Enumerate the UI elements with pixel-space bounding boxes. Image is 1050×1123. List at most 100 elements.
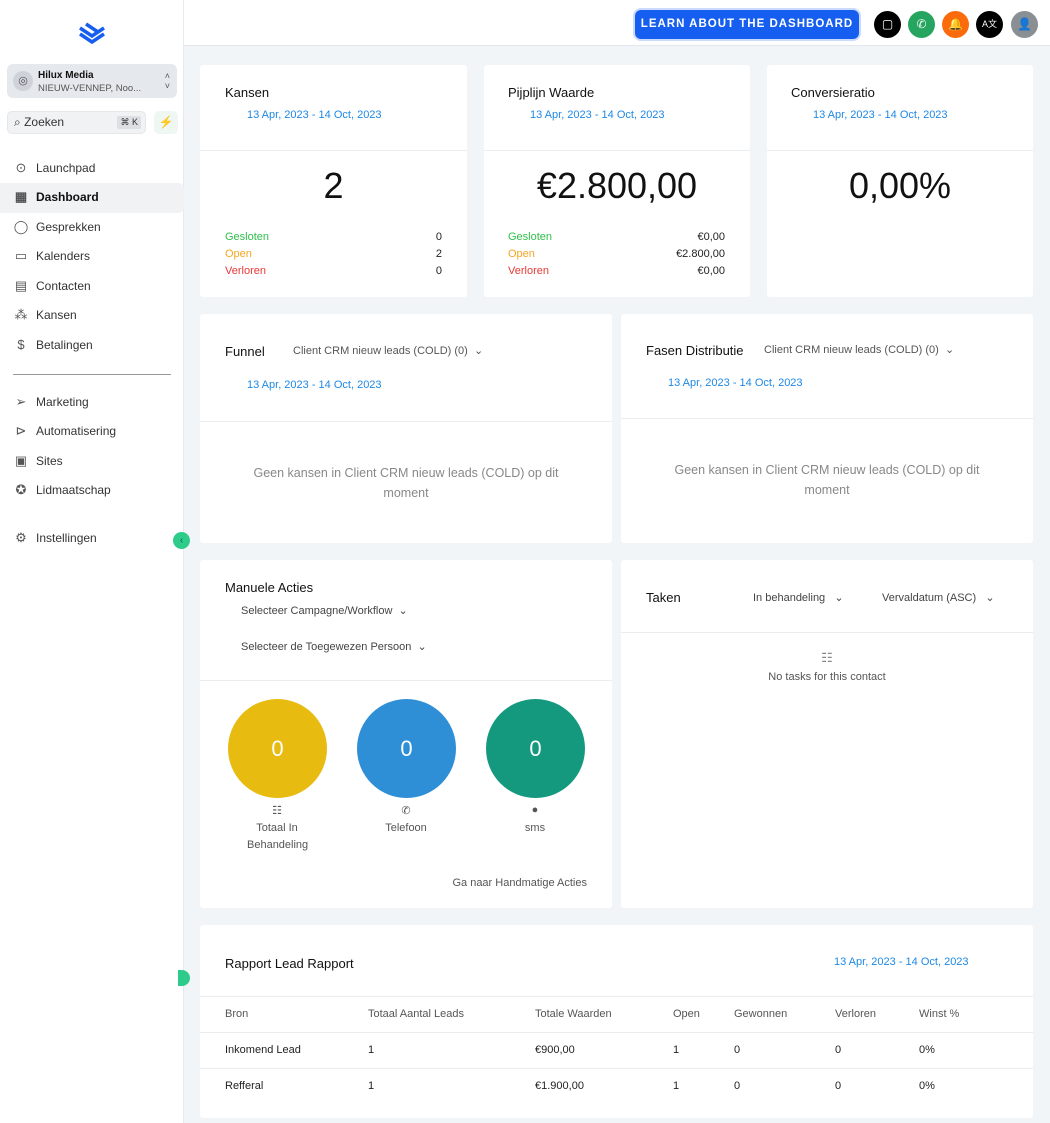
search-input[interactable]: ⌕ Zoeken ⌘ K bbox=[7, 111, 146, 134]
kansen-card: Kansen 13 Apr, 2023 - 14 Oct, 2023 2 Ges… bbox=[200, 65, 467, 297]
cell: 0 bbox=[734, 1044, 741, 1056]
card-title: Funnel bbox=[225, 344, 265, 359]
sites-icon: ▣ bbox=[14, 453, 28, 468]
cell: 0% bbox=[919, 1080, 935, 1092]
lead-report-card: Rapport Lead Rapport 13 Apr, 2023 - 14 O… bbox=[200, 925, 1033, 1118]
sidebar: ◎ Hilux Media NIEUW-VENNEP, Noo... ˄ ˅ ⌕ … bbox=[0, 0, 184, 1123]
funnel-card: Funnel Client CRM nieuw leads (COLD) (0)… bbox=[200, 314, 612, 543]
stat-value-verloren: €0,00 bbox=[697, 265, 725, 277]
sidebar-item-kalenders[interactable]: ▭ Kalenders bbox=[0, 242, 184, 272]
sidebar-item-label: Sites bbox=[36, 454, 63, 468]
column-header: Totale Waarden bbox=[535, 1008, 612, 1020]
circle-label: sms bbox=[524, 822, 546, 834]
location-icon: ◎ bbox=[13, 71, 33, 91]
stat-label-verloren: Verloren bbox=[225, 265, 266, 277]
pipeline-select[interactable]: Client CRM nieuw leads (COLD) (0) ⌄ bbox=[764, 343, 954, 356]
quick-actions-button[interactable]: ⚡ bbox=[154, 111, 178, 134]
empty-message: Geen kansen in Client CRM nieuw leads (C… bbox=[253, 466, 559, 500]
cell: €900,00 bbox=[535, 1044, 575, 1056]
stat-value-gesloten: €0,00 bbox=[697, 231, 725, 243]
sidebar-item-label: Betalingen bbox=[36, 338, 93, 352]
checklist-icon: ☷ bbox=[272, 805, 282, 817]
sidebar-item-label: Dashboard bbox=[36, 190, 99, 204]
user-avatar[interactable]: 👤 bbox=[1011, 11, 1038, 38]
stat-label-verloren: Verloren bbox=[508, 265, 549, 277]
cell: €1.900,00 bbox=[535, 1080, 584, 1092]
sidebar-item-label: Marketing bbox=[36, 395, 89, 409]
stat-value-verloren: 0 bbox=[435, 265, 442, 277]
sidebar-item-betalingen[interactable]: $ Betalingen bbox=[0, 331, 184, 361]
search-icon: ⌕ bbox=[14, 115, 25, 129]
side-handle[interactable] bbox=[178, 970, 190, 986]
sidebar-item-label: Gesprekken bbox=[36, 220, 101, 234]
phone-icon[interactable]: ✆ bbox=[908, 11, 935, 38]
status-select[interactable]: In behandeling ⌄ bbox=[753, 591, 844, 604]
account-switcher[interactable]: ◎ Hilux Media NIEUW-VENNEP, Noo... ˄ ˅ bbox=[7, 64, 177, 98]
card-title: Conversieratio bbox=[791, 85, 875, 100]
empty-message: No tasks for this contact bbox=[768, 671, 886, 683]
sidebar-item-marketing[interactable]: ➢ Marketing bbox=[0, 388, 184, 418]
sidebar-item-kansen[interactable]: ⁂ Kansen bbox=[0, 301, 184, 331]
search-placeholder: Zoeken bbox=[24, 115, 65, 129]
cell: 0 bbox=[734, 1080, 741, 1092]
date-range[interactable]: 13 Apr, 2023 - 14 Oct, 2023 bbox=[530, 109, 665, 121]
chat-widget-icon[interactable]: ▢ bbox=[874, 11, 901, 38]
sidebar-item-dashboard[interactable]: ▦ Dashboard bbox=[0, 183, 184, 213]
date-range[interactable]: 13 Apr, 2023 - 14 Oct, 2023 bbox=[247, 109, 382, 121]
chevron-down-icon: ⌄ bbox=[979, 592, 995, 604]
phone-icon: ✆ bbox=[401, 805, 411, 817]
tasks-card: Taken In behandeling ⌄ Vervaldatum (ASC)… bbox=[621, 560, 1033, 908]
learn-dashboard-button[interactable]: LEARN ABOUT THE DASHBOARD bbox=[633, 8, 861, 41]
chevron-down-icon: ⌄ bbox=[395, 605, 408, 617]
stat-label-gesloten: Gesloten bbox=[508, 231, 553, 243]
rocket-icon: ⊙ bbox=[15, 160, 27, 175]
date-range[interactable]: 13 Apr, 2023 - 14 Oct, 2023 bbox=[247, 379, 382, 391]
stat-value-gesloten: 0 bbox=[435, 231, 442, 243]
sidebar-item-automatisering[interactable]: ⊳ Automatisering bbox=[0, 417, 184, 447]
sms-circle[interactable]: 0 bbox=[486, 699, 585, 798]
card-title: Rapport Lead Rapport bbox=[225, 956, 354, 971]
sidebar-item-label: Kalenders bbox=[36, 249, 91, 263]
sidebar-item-sites[interactable]: ▣ Sites bbox=[0, 447, 184, 477]
card-title: Pijplijn Waarde bbox=[508, 85, 595, 100]
sidebar-item-launchpad[interactable]: ⊙ Launchpad bbox=[0, 154, 184, 184]
translate-icon[interactable]: A文 bbox=[976, 11, 1003, 38]
tasks-empty-icon: ☷ bbox=[821, 650, 833, 665]
sidebar-item-contacten[interactable]: ▤ Contacten bbox=[0, 272, 184, 302]
card-title: Kansen bbox=[225, 85, 270, 100]
payments-icon: $ bbox=[17, 337, 25, 352]
sidebar-item-instellingen[interactable]: ⚙ Instellingen bbox=[0, 524, 184, 554]
stat-value: 2 bbox=[323, 165, 344, 206]
chevron-updown-icon: ˄ ˅ bbox=[164, 71, 170, 91]
opportunities-icon: ⁂ bbox=[14, 307, 28, 322]
chat-icon: ◯ bbox=[13, 219, 29, 234]
notification-bell-icon[interactable]: 🔔 bbox=[942, 11, 969, 38]
phone-circle[interactable]: 0 bbox=[357, 699, 456, 798]
collapse-sidebar-button[interactable]: ‹ bbox=[173, 532, 190, 549]
pipeline-select[interactable]: Client CRM nieuw leads (COLD) (0) ⌄ bbox=[293, 344, 483, 357]
card-title: Manuele Acties bbox=[225, 580, 314, 595]
date-range[interactable]: 13 Apr, 2023 - 14 Oct, 2023 bbox=[813, 109, 948, 121]
column-header: Verloren bbox=[835, 1008, 876, 1020]
sidebar-item-gesprekken[interactable]: ◯ Gesprekken bbox=[0, 213, 184, 243]
card-title: Fasen Distributie bbox=[646, 343, 744, 358]
campaign-value: Selecteer Campagne/Workflow bbox=[241, 605, 393, 617]
sidebar-item-label: Launchpad bbox=[36, 161, 96, 175]
dashboard-icon: ▦ bbox=[14, 189, 28, 204]
cell: 0% bbox=[919, 1044, 935, 1056]
column-header: Gewonnen bbox=[734, 1008, 788, 1020]
calendar-icon: ▭ bbox=[14, 248, 28, 263]
assignee-select[interactable]: Selecteer de Toegewezen Persoon ⌄ bbox=[241, 640, 427, 653]
date-range[interactable]: 13 Apr, 2023 - 14 Oct, 2023 bbox=[834, 956, 969, 968]
cell: 0 bbox=[835, 1044, 842, 1056]
column-header: Totaal Aantal Leads bbox=[368, 1008, 465, 1020]
sort-select[interactable]: Vervaldatum (ASC) ⌄ bbox=[882, 591, 995, 604]
go-to-manual-actions-link[interactable]: Ga naar Handmatige Acties bbox=[452, 877, 587, 889]
campaign-select[interactable]: Selecteer Campagne/Workflow ⌄ bbox=[241, 604, 408, 617]
date-range[interactable]: 13 Apr, 2023 - 14 Oct, 2023 bbox=[668, 377, 803, 389]
search-shortcut: ⌘ K bbox=[117, 116, 141, 129]
gear-icon: ⚙ bbox=[15, 530, 27, 545]
total-pending-circle[interactable]: 0 bbox=[228, 699, 327, 798]
stat-value-open: €2.800,00 bbox=[676, 248, 725, 260]
sidebar-item-lidmaatschap[interactable]: ✪ Lidmaatschap bbox=[0, 476, 184, 506]
